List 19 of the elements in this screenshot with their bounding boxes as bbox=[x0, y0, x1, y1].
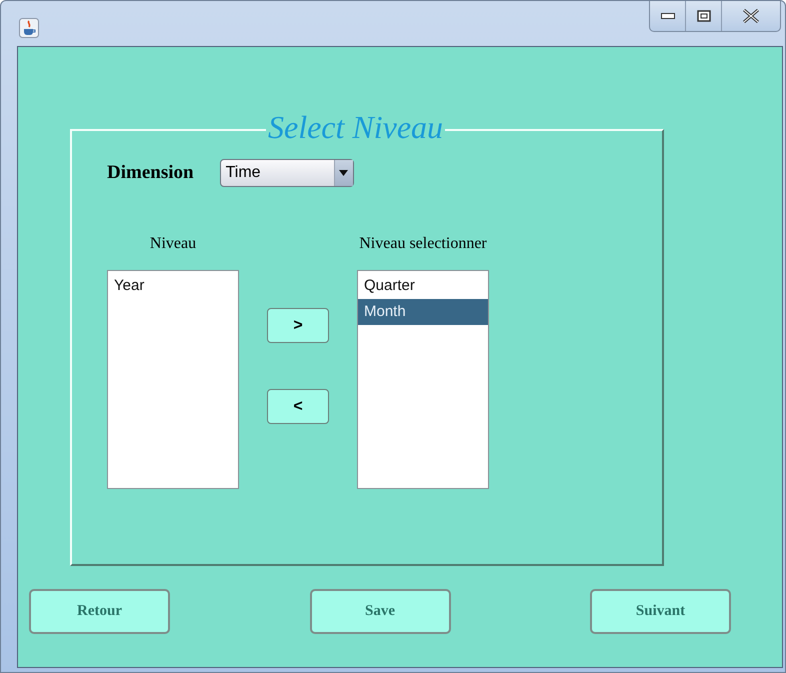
cup-icon bbox=[19, 18, 39, 38]
nav-button[interactable]: Suivant bbox=[590, 589, 731, 634]
list-label: Niveau bbox=[150, 235, 196, 254]
dropdown-arrow-icon bbox=[339, 170, 348, 176]
list-box[interactable]: Quarter Month bbox=[357, 270, 489, 489]
close-icon bbox=[742, 9, 760, 23]
list-label: Niveau selectionner bbox=[359, 235, 487, 254]
list-item[interactable]: Year bbox=[108, 273, 238, 299]
maximize-icon bbox=[696, 10, 710, 22]
list-item[interactable]: Month bbox=[358, 299, 488, 325]
nav-button[interactable]: Save bbox=[310, 589, 450, 634]
dimension-label: Dimension bbox=[107, 162, 194, 184]
list-box[interactable]: Year bbox=[107, 270, 239, 489]
list-item[interactable]: Quarter bbox=[358, 273, 488, 299]
move-button[interactable]: > bbox=[267, 308, 329, 343]
move-button[interactable]: < bbox=[267, 389, 329, 424]
dimension-dropdown[interactable]: Time bbox=[220, 159, 354, 187]
minimize-icon bbox=[660, 13, 674, 19]
nav-button[interactable]: Retour bbox=[29, 589, 170, 634]
